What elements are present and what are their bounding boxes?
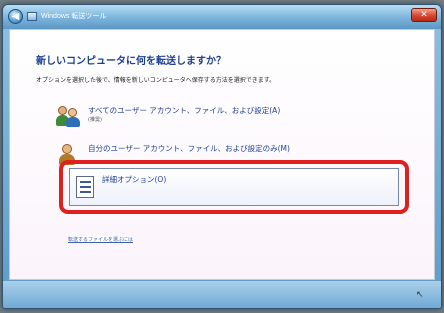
title-bar: ◀ Windows 転送ツール ✕: [3, 5, 441, 29]
option-all-users[interactable]: すべてのユーザー アカウント、ファイル、および設定(A) (推奨): [56, 102, 386, 132]
document-list-icon: [76, 176, 94, 198]
option-advanced[interactable]: 詳細オプション(O): [69, 168, 399, 206]
window-title: Windows 転送ツール: [41, 13, 107, 20]
back-button[interactable]: ◀: [8, 9, 23, 24]
app-icon: [27, 12, 37, 21]
close-button[interactable]: ✕: [411, 8, 437, 22]
instruction-text: オプションを選択した後で、情報を新しいコンピュータへ保存する方法を選択できます。: [36, 77, 276, 84]
user-icon: [56, 142, 80, 166]
mouse-cursor-icon: ↖: [416, 290, 424, 300]
transfer-wizard-window: ◀ Windows 転送ツール ✕ 新しいコンピュータに何を転送しますか？ オプ…: [2, 4, 442, 309]
users-icon: [56, 104, 80, 128]
option-all-users-recommended: (推奨): [88, 117, 102, 123]
option-advanced-label[interactable]: 詳細オプション(O): [102, 174, 166, 185]
window-bottom-bar: [3, 281, 441, 308]
option-all-users-label[interactable]: すべてのユーザー アカウント、ファイル、および設定(A): [88, 105, 280, 116]
option-my-user-label[interactable]: 自分のユーザー アカウント、ファイル、および設定のみ(M): [88, 143, 290, 154]
option-my-user-only[interactable]: 自分のユーザー アカウント、ファイル、および設定のみ(M): [56, 140, 386, 170]
help-link[interactable]: 転送するファイルを選ぶには: [68, 236, 134, 243]
page-title: 新しいコンピュータに何を転送しますか？: [36, 56, 226, 67]
wizard-content: 新しいコンピュータに何を転送しますか？ オプションを選択した後で、情報を新しいコ…: [9, 29, 435, 280]
